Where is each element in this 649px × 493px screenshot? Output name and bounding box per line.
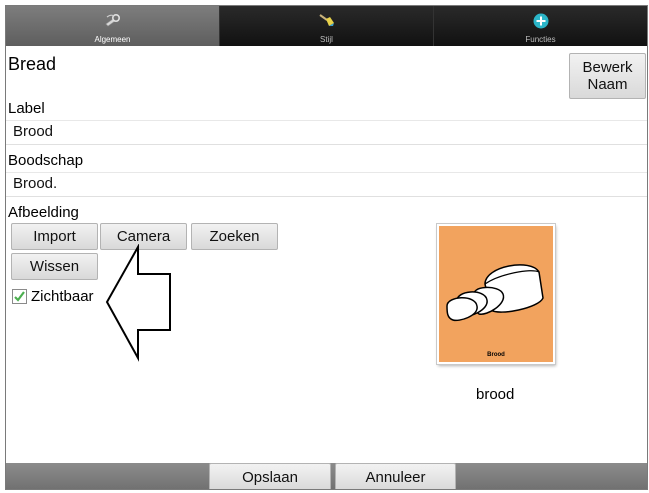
card-caption: Brood [487,352,505,358]
bread-icon [446,264,544,322]
save-button[interactable]: Opslaan [209,463,331,489]
rename-button-line-1: Bewerk [582,59,633,76]
label-heading: Label [8,100,45,117]
tab-bar: Algemeen Stijl Functies [6,6,647,46]
tab-label: Algemeen [94,35,131,44]
image-preview[interactable]: Brood [437,224,555,364]
bottom-action-bar: Opslaan Annuleer [6,463,647,489]
rename-button[interactable]: Bewerk Naam [569,53,646,99]
page-title: Bread [8,54,57,74]
arrow-left-annotation-icon [105,244,171,362]
visible-label[interactable]: Zichtbaar [31,288,94,305]
tab-label: Stijl [320,35,333,44]
tab-label: Functies [525,35,556,44]
search-button[interactable]: Zoeken [191,223,278,250]
plus-circle-icon [533,13,548,29]
cancel-button[interactable]: Annuleer [335,463,456,489]
message-field[interactable]: Brood. [6,172,647,197]
image-heading: Afbeelding [8,204,79,221]
message-field-value: Brood. [13,175,58,192]
tab-stijl[interactable]: Stijl [219,6,433,46]
image-caption: brood [476,386,515,403]
checkmark-icon [14,291,25,302]
import-button[interactable]: Import [11,223,98,250]
visible-checkbox[interactable] [12,289,27,304]
label-field-value: Brood [13,123,54,140]
edit-button-dialog: Algemeen Stijl Functies Bread Bewerk Naa… [5,5,648,490]
label-field[interactable]: Brood [6,120,647,145]
tab-algemeen[interactable]: Algemeen [6,6,219,46]
clear-button[interactable]: Wissen [11,253,98,280]
paintbrush-icon [318,14,334,26]
rename-button-line-2: Naam [587,76,628,93]
wrench-icon [105,13,120,27]
tab-functies[interactable]: Functies [433,6,647,46]
message-heading: Boodschap [8,152,84,169]
